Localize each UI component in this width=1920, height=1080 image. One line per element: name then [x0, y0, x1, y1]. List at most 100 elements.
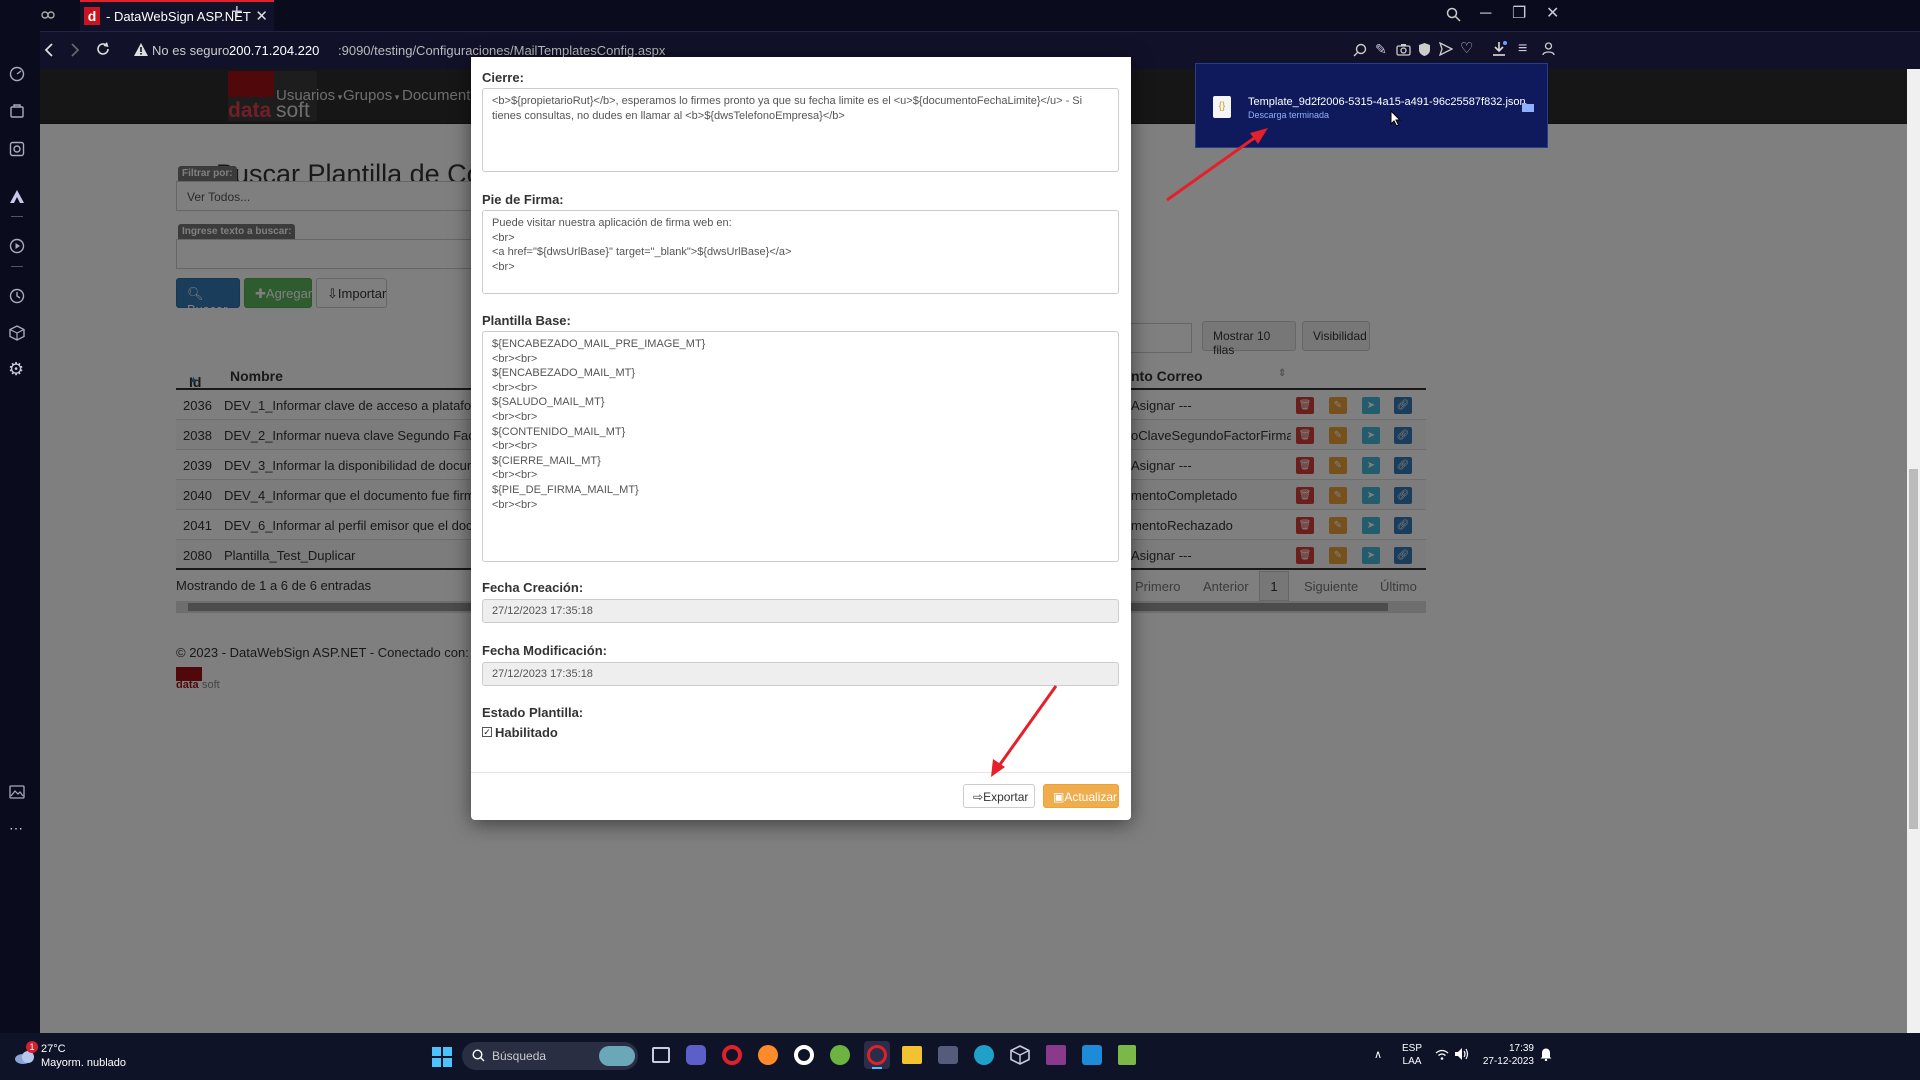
close-window-icon[interactable]: ✕ — [1546, 6, 1559, 22]
notification-bell-icon[interactable] — [1540, 1047, 1552, 1061]
firefox-icon[interactable] — [758, 1045, 778, 1065]
created-date-label: Fecha Creación: — [482, 580, 584, 595]
opera-gx-icon[interactable] — [794, 1045, 814, 1065]
new-tab-button[interactable]: + — [231, 2, 243, 22]
opera-taskbar-icon[interactable] — [722, 1045, 742, 1065]
mouse-cursor-icon — [1390, 110, 1402, 127]
windows-start-icon[interactable] — [432, 1047, 452, 1067]
settings-gear-icon[interactable]: ⚙ — [8, 360, 24, 378]
edge-icon[interactable] — [974, 1045, 994, 1065]
update-button-label: Actualizar — [1064, 790, 1118, 804]
not-secure-label[interactable]: No es seguro — [152, 43, 229, 58]
adblock-shield-icon[interactable] — [1418, 42, 1431, 57]
clock[interactable]: 17:39 27-12-2023 — [1478, 1043, 1534, 1067]
send-icon[interactable] — [1439, 42, 1453, 56]
language-indicator[interactable]: ESP LAA — [1402, 1043, 1422, 1067]
terminal-icon[interactable] — [938, 1046, 958, 1064]
base-template-textarea[interactable]: ${ENCABEZADO_MAIL_PRE_IMAGE_MT} <br><br>… — [482, 331, 1119, 562]
clock-time: 17:39 — [1508, 1043, 1534, 1054]
signature-label: Pie de Firma: — [482, 192, 564, 207]
forward-arrow-icon[interactable] — [70, 43, 80, 57]
export-button[interactable]: ⇨Exportar — [963, 784, 1035, 808]
search-placeholder: Búsqueda — [492, 1049, 547, 1063]
spring-tools-icon[interactable] — [830, 1045, 850, 1065]
easy-setup-icon[interactable]: ≡ — [1518, 41, 1527, 57]
open-folder-icon[interactable] — [1522, 102, 1534, 112]
divider-icon — [11, 216, 23, 217]
weather-widget[interactable]: 1 27°C Mayorm. nublado — [14, 1041, 134, 1073]
profile-icon[interactable] — [1542, 42, 1555, 56]
wifi-icon[interactable] — [1435, 1049, 1449, 1060]
scrollbar-thumb[interactable] — [1909, 469, 1918, 829]
camera-icon[interactable] — [1396, 43, 1411, 56]
speed-dial-icon[interactable] — [9, 66, 25, 82]
weather-description: Mayorm. nublado — [41, 1057, 126, 1069]
template-state-label: Estado Plantilla: — [482, 705, 584, 720]
json-file-icon[interactable]: {} — [1213, 96, 1231, 118]
modal-footer-divider — [471, 772, 1131, 773]
download-status: Descarga terminada — [1248, 110, 1330, 120]
opera-active-icon[interactable] — [864, 1041, 890, 1069]
extensions-cube-icon[interactable] — [9, 325, 25, 341]
opera-sidebar: ⚙ ⋯ — [0, 0, 40, 1033]
task-view-icon[interactable] — [652, 1047, 670, 1063]
heart-icon[interactable]: ♡ — [1460, 41, 1473, 57]
tab-title: - DataWebSign ASP.NET — [106, 9, 251, 24]
search-highlight-image — [599, 1046, 635, 1066]
search-tabs-icon[interactable] — [1446, 7, 1461, 22]
file-explorer-icon[interactable] — [902, 1046, 922, 1064]
page-vertical-scrollbar[interactable] — [1907, 69, 1920, 1033]
winrar-icon[interactable] — [1046, 1045, 1066, 1065]
aria-icon[interactable] — [9, 189, 25, 204]
created-date-field: 27/12/2023 17:35:18 — [482, 599, 1119, 623]
warning-icon — [134, 43, 148, 56]
enabled-label: Habilitado — [495, 725, 558, 740]
url-path[interactable]: :9090/testing/Configuraciones/MailTempla… — [338, 43, 665, 58]
datawebsign-favicon: d — [84, 7, 100, 25]
modified-date-field: 27/12/2023 17:35:18 — [482, 662, 1119, 686]
reload-icon[interactable] — [96, 42, 110, 56]
virtualbox-icon[interactable] — [1010, 1045, 1030, 1065]
base-template-label: Plantilla Base: — [482, 313, 571, 328]
player-icon[interactable] — [9, 238, 25, 254]
edit-template-modal: Cierre: <b>${propietarioRut}</b>, espera… — [471, 57, 1131, 820]
lang-bottom: LAA — [1402, 1056, 1422, 1067]
closing-label: Cierre: — [482, 70, 524, 85]
teams-icon[interactable] — [686, 1045, 706, 1065]
vscode-icon[interactable] — [1082, 1045, 1102, 1065]
minimize-window-icon[interactable]: ─ — [1480, 6, 1491, 22]
export-button-label: Exportar — [983, 790, 1029, 804]
tab-islands-icon[interactable] — [40, 7, 56, 23]
modified-date-label: Fecha Modificación: — [482, 643, 607, 658]
show-hidden-icons[interactable]: ∧ — [1374, 1048, 1382, 1061]
search-icon — [472, 1049, 485, 1062]
download-filename[interactable]: Template_9d2f2006-5315-4a15-a491-96c2558… — [1248, 96, 1526, 108]
history-icon[interactable] — [9, 288, 25, 304]
games-icon[interactable] — [9, 141, 25, 157]
wallpaper-icon[interactable] — [9, 785, 25, 799]
url-host[interactable]: 200.71.204.220 — [229, 43, 319, 58]
export-icon: ⇨ — [973, 790, 984, 804]
restore-window-icon[interactable]: ❐ — [1512, 6, 1526, 22]
weather-alert-badge: 1 — [26, 1041, 38, 1053]
shopping-icon[interactable] — [9, 103, 25, 118]
divider-icon — [11, 266, 23, 267]
download-icon[interactable] — [1491, 41, 1507, 57]
edit-page-icon[interactable]: ✎ — [1375, 41, 1387, 57]
signature-textarea[interactable]: Puede visitar nuestra aplicación de firm… — [482, 210, 1119, 294]
temperature: 27°C — [41, 1043, 66, 1055]
closing-textarea[interactable]: <b>${propietarioRut}</b>, esperamos lo f… — [482, 88, 1119, 172]
more-options-icon[interactable]: ⋯ — [9, 820, 23, 836]
windows-taskbar: 1 27°C Mayorm. nublado Búsqueda ∧ ESP LA… — [0, 1033, 1920, 1080]
enabled-checkbox[interactable]: ✓ — [482, 727, 492, 737]
opera-active-ring — [867, 1045, 887, 1065]
update-button[interactable]: ▣Actualizar — [1043, 784, 1119, 808]
clock-date: 27-12-2023 — [1482, 1056, 1534, 1067]
taskbar-search[interactable]: Búsqueda — [462, 1042, 638, 1070]
volume-icon[interactable] — [1455, 1048, 1469, 1060]
search-page-icon[interactable] — [1353, 43, 1367, 57]
back-arrow-icon[interactable] — [44, 43, 54, 57]
notepad-icon[interactable] — [1118, 1045, 1136, 1065]
tab-datawebsign[interactable]: d - DataWebSign ASP.NET ✕ — [80, 0, 274, 31]
close-tab-icon[interactable]: ✕ — [255, 7, 268, 25]
